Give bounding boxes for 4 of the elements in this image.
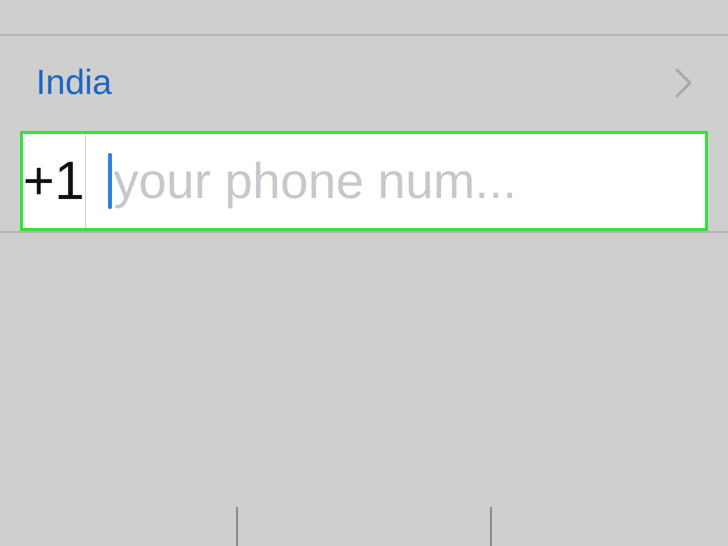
country-code[interactable]: +1 <box>23 134 86 228</box>
chevron-right-icon <box>674 67 694 100</box>
country-row[interactable]: India <box>0 36 728 131</box>
phone-input[interactable]: your phone num... <box>114 152 728 210</box>
